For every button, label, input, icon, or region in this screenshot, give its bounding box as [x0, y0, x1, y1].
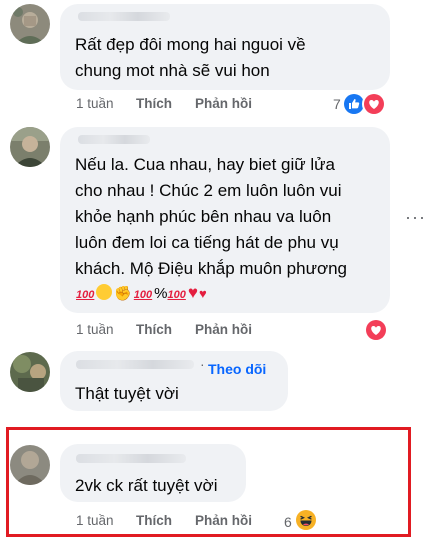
avatar-image [10, 445, 50, 485]
reaction-count[interactable]: 7 [333, 95, 341, 113]
comment-thread: Rất đẹp đôi mong hai nguoi về chung mot … [0, 0, 426, 538]
commenter-name[interactable] [78, 12, 170, 21]
follow-button[interactable]: Theo dõi [208, 361, 266, 377]
commenter-name[interactable] [76, 454, 186, 463]
sparkling-heart-icon: ♥ [198, 286, 207, 301]
like-button[interactable]: Thích [136, 321, 172, 339]
commenter-name[interactable] [78, 135, 150, 144]
comment-text: Thật tuyệt vời [75, 384, 179, 403]
like-button[interactable]: Thích [136, 512, 172, 530]
comment-bubble: Rất đẹp đôi mong hai nguoi về chung mot … [60, 4, 390, 90]
reply-button[interactable]: Phản hồi [195, 95, 252, 113]
comment-time[interactable]: 1 tuần [76, 512, 114, 530]
reply-button[interactable]: Phản hồi [195, 321, 252, 339]
avatar-image [10, 352, 50, 392]
hundred-points-icon: 100 [167, 289, 186, 301]
heart-eyes-icon [96, 284, 113, 300]
percent-text: % [154, 285, 168, 302]
avatar-image [10, 127, 50, 167]
reaction-count[interactable]: 6 [284, 513, 292, 531]
comment-text: 2vk ck rất tuyệt vời [75, 476, 218, 495]
avatar-image [10, 4, 50, 44]
comment-actions: 1 tuần Thích Phản hồi [76, 95, 276, 113]
love-reaction-icon[interactable] [364, 318, 388, 342]
comment-bubble: · Theo dõi Thật tuyệt vời [60, 351, 288, 411]
love-reaction-icon[interactable] [362, 92, 386, 116]
avatar[interactable] [10, 4, 50, 44]
comment-text: Nếu la. Cua nhau, hay biet giữ lửa cho n… [75, 155, 348, 278]
commenter-name[interactable] [76, 360, 194, 369]
comment-text: Rất đẹp đôi mong hai nguoi về chung mot … [75, 35, 306, 80]
red-heart-icon: ♥ [187, 283, 198, 302]
more-options-icon[interactable]: ··· [405, 207, 426, 228]
avatar[interactable] [10, 445, 50, 485]
haha-reaction-icon[interactable] [294, 508, 318, 532]
separator-dot: · [200, 356, 205, 372]
hundred-points-icon: 100 [76, 289, 95, 301]
comment-time[interactable]: 1 tuần [76, 321, 114, 339]
comment-emoji-line: 100 ✊ 100 %100 ♥♥ [76, 282, 208, 306]
avatar[interactable] [10, 127, 50, 167]
hundred-points-icon: 100 [133, 289, 153, 301]
reply-button[interactable]: Phản hồi [195, 512, 252, 530]
like-button[interactable]: Thích [136, 95, 172, 113]
comment-bubble: Nếu la. Cua nhau, hay biet giữ lửa cho n… [60, 127, 390, 313]
comment-time[interactable]: 1 tuần [76, 95, 114, 113]
comment-actions: 1 tuần Thích Phản hồi [76, 321, 276, 339]
comment-actions: 1 tuần Thích Phản hồi [76, 512, 276, 530]
avatar[interactable] [10, 352, 50, 392]
thumbs-up-icon: ✊ [114, 285, 132, 301]
comment-bubble: 2vk ck rất tuyệt vời [60, 444, 246, 502]
